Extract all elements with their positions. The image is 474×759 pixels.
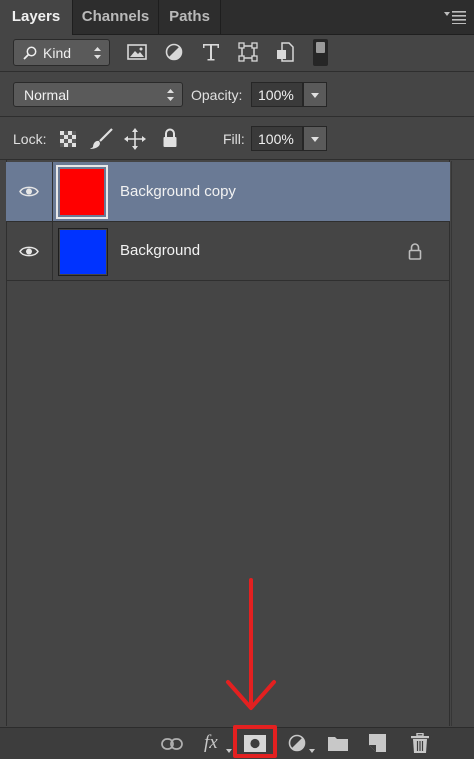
layer-thumbnail [56,165,108,219]
visibility-toggle[interactable] [6,222,53,280]
tab-layers[interactable]: Layers [0,0,73,35]
panel-menu-icon[interactable] [444,10,466,24]
layer-name[interactable]: Background copy [120,162,236,222]
move-arrows-icon[interactable] [124,128,146,150]
adjustment-layer-icon[interactable] [288,734,306,752]
chevron-down-icon [311,136,319,142]
lock-label: Lock: [13,131,47,147]
filter-kind-select[interactable]: Kind [13,39,110,66]
layer-thumbnail-fill [60,230,106,274]
fill-input[interactable]: 100% [251,126,303,151]
new-layer-icon[interactable] [369,734,386,752]
shape-layer-filter-icon[interactable] [238,42,258,62]
blend-mode-select[interactable]: Normal [13,82,183,107]
filter-kind-label: Kind [43,45,72,61]
delete-layer-icon[interactable] [411,733,429,753]
eye-icon [19,186,39,197]
layer-thumbnail [58,228,108,276]
updown-arrows-icon [167,88,174,101]
filter-toggle-switch[interactable] [313,39,328,66]
lock-transparent-pixels-icon[interactable] [60,131,76,147]
opacity-dropdown-button[interactable] [303,82,327,107]
tab-bar: Layers Channels Paths [0,0,474,35]
annotation-arrow-icon [226,578,276,710]
link-layers-icon[interactable] [161,738,183,750]
opacity-label: Opacity: [191,87,243,103]
fx-icon[interactable]: fx [204,732,218,754]
blend-mode-value: Normal [24,87,70,103]
blend-opacity-row: Normal Opacity: 100% [0,73,474,117]
layers-panel: Layers Channels Paths Kind Normal Opacit… [0,0,474,759]
layer-row-background-copy[interactable]: Background copy [6,162,450,222]
type-layer-filter-icon[interactable] [202,42,220,62]
visibility-toggle[interactable] [6,162,53,221]
new-group-icon[interactable] [328,736,348,751]
fx-dropdown-indicator [226,749,232,753]
lock-all-icon[interactable] [162,128,178,148]
layer-row-background[interactable]: Background [6,222,450,281]
layer-thumbnail-fill [60,169,104,215]
eye-icon [19,246,39,257]
adjustment-layer-filter-icon[interactable] [165,43,183,61]
tab-paths[interactable]: Paths [159,0,221,34]
layer-list-scrollbar[interactable] [451,161,474,726]
brush-icon[interactable] [90,128,114,150]
chevron-down-icon [311,92,319,98]
pixel-layer-filter-icon[interactable] [127,43,147,61]
lock-fill-row: Lock: Fill: 100% [0,118,474,160]
annotation-highlight-box [233,725,277,758]
lock-icon[interactable] [408,243,422,260]
adjustment-dropdown-indicator [309,749,315,753]
fill-label: Fill: [223,131,245,147]
tab-channels[interactable]: Channels [73,0,159,34]
search-icon [23,46,37,60]
opacity-input[interactable]: 100% [251,82,303,107]
fill-dropdown-button[interactable] [303,126,327,151]
layer-name[interactable]: Background [120,222,200,280]
updown-arrows-icon [94,46,101,59]
smart-object-filter-icon[interactable] [276,42,294,62]
filter-row: Kind [0,35,474,72]
